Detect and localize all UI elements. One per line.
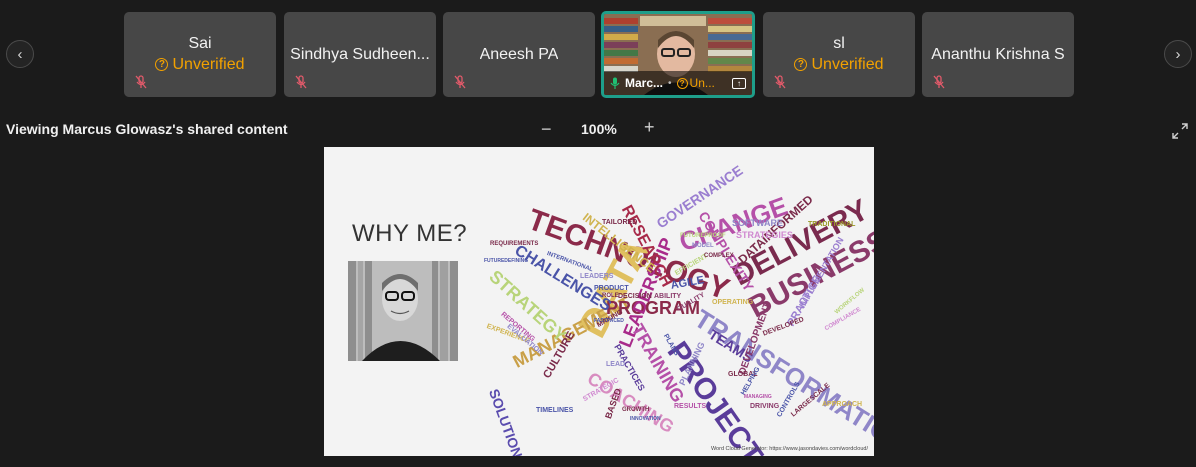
participant-name: sl: [833, 34, 845, 52]
screen-share-icon: ↑: [732, 77, 746, 89]
mic-muted-icon: [135, 75, 147, 89]
word-cloud-word: LEAD: [606, 361, 626, 368]
participant-tile[interactable]: Aneesh PA: [443, 12, 595, 97]
word-cloud-word: FASTPACED: [594, 318, 624, 324]
next-page-button[interactable]: ›: [1164, 40, 1192, 68]
mic-muted-icon: [295, 75, 307, 89]
shared-content-label: Viewing Marcus Glowasz's shared content: [6, 121, 288, 137]
word-cloud-word: REQUIREMENTS: [490, 241, 539, 247]
word-cloud-word: MANAGING: [744, 394, 772, 400]
slide-title: WHY ME?: [352, 220, 468, 247]
separator-dot-icon: •: [668, 77, 672, 89]
zoom-out-button[interactable]: −: [541, 119, 552, 140]
shared-slide: WHY ME? TECHNOLOGY DELIVERY BUSINESS TRANSF…: [324, 147, 874, 456]
status-label: Un...: [689, 76, 715, 90]
word-cloud-word: FUTUREDEFINING: [484, 258, 529, 264]
fullscreen-icon[interactable]: [1172, 123, 1188, 139]
mic-muted-icon: [454, 75, 466, 89]
word-cloud-word: INNOVATION: [630, 416, 661, 422]
mic-muted-icon: [933, 75, 945, 89]
status-label: Unverified: [172, 55, 245, 73]
word-cloud-word: STRATEGIES: [736, 230, 793, 240]
participant-name: Sai: [188, 34, 212, 52]
word-cloud-word: DRIVING: [750, 403, 780, 410]
word-cloud-word: TIMELINES: [536, 407, 574, 414]
participant-name: Aneesh PA: [479, 45, 559, 63]
participant-tile[interactable]: sl ? Unverified: [763, 12, 915, 97]
slide-credit: Word Cloud Generator: https://www.jasond…: [710, 446, 868, 452]
word-cloud-word: TRADITIONAL: [808, 221, 856, 228]
word-cloud-word: FUTUREPROOF: [680, 233, 726, 239]
word-cloud-word: APPROACH: [822, 401, 863, 408]
participant-tile[interactable]: Sindhya Sudheen...: [284, 12, 436, 97]
participant-name: Sindhya Sudheen...: [290, 45, 430, 63]
unverified-status: ? Unverified: [794, 54, 884, 76]
question-icon: ?: [676, 77, 688, 89]
word-cloud-word: GROWTH: [622, 407, 650, 413]
word-cloud-word: DEVELOPED: [762, 316, 805, 338]
word-cloud-word: MODEL: [692, 243, 714, 249]
word-cloud-word: SOFTWARE: [732, 218, 783, 228]
word-cloud-word: DECISION: [618, 293, 652, 300]
question-icon: ?: [155, 58, 169, 71]
status-label: Unverified: [811, 55, 884, 73]
word-cloud-word: OPERATING: [712, 299, 754, 306]
participant-name: Ananthu Krishna S: [931, 45, 1065, 63]
profile-photo: [348, 261, 458, 361]
unverified-status: ? Un...: [676, 76, 715, 90]
zoom-in-button[interactable]: +: [644, 117, 655, 138]
participant-video-tile[interactable]: Marc... • ? Un... ↑: [601, 11, 755, 98]
video-tile-overlay: Marc... • ? Un... ↑: [604, 71, 752, 95]
word-cloud-word: PRODUCT: [594, 285, 629, 292]
unverified-status: ? Unverified: [155, 54, 245, 76]
participant-tile[interactable]: Ananthu Krishna S: [922, 12, 1074, 97]
participant-name: Marc...: [625, 76, 664, 90]
word-cloud-word: LEADERS: [580, 273, 614, 280]
mic-muted-icon: [774, 75, 786, 89]
mic-icon: [610, 77, 620, 89]
participant-tile[interactable]: Sai ? Unverified: [124, 12, 276, 97]
word-cloud-word: RESULTS: [674, 403, 707, 410]
zoom-level: 100%: [581, 121, 617, 137]
word-cloud-word: ROLE: [602, 293, 619, 299]
question-icon: ?: [794, 58, 808, 71]
word-cloud-word: COMPLEX: [704, 253, 734, 259]
word-cloud-word: SOLUTIONS: [485, 386, 529, 456]
word-cloud-word: TAILORED: [602, 219, 638, 226]
previous-page-button[interactable]: ‹: [6, 40, 34, 68]
word-cloud-word: ABILITY: [654, 293, 682, 300]
